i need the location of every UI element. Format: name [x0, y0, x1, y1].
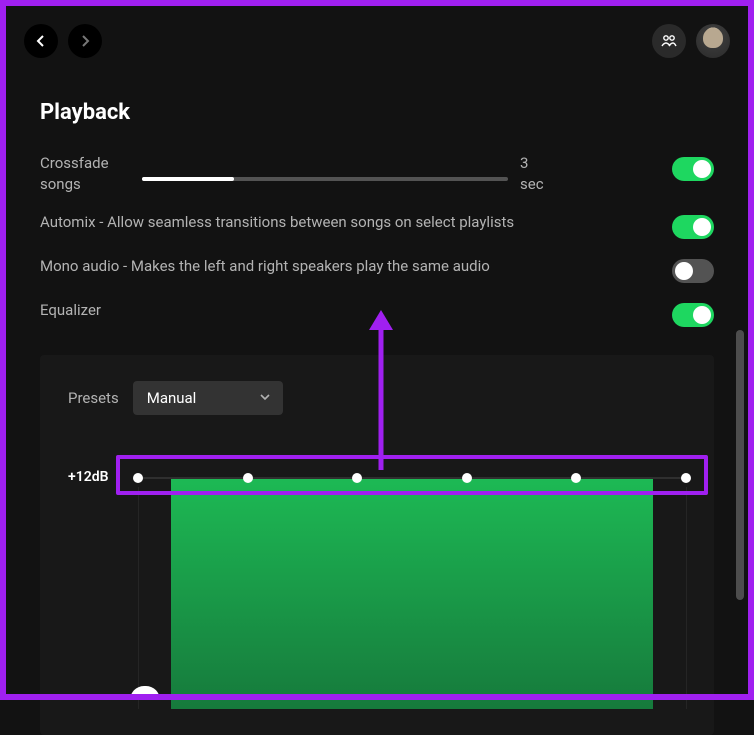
- eq-bands: [138, 469, 686, 709]
- equalizer-toggle[interactable]: [672, 303, 714, 327]
- section-title: Playback: [40, 100, 714, 125]
- eq-band-handle[interactable]: [571, 473, 581, 483]
- scrollbar[interactable]: [736, 330, 744, 600]
- people-icon: [660, 32, 678, 50]
- equalizer-panel: Presets Manual +12dB: [40, 355, 714, 735]
- presets-select[interactable]: Manual: [133, 381, 283, 415]
- eq-band-handle[interactable]: [243, 473, 253, 483]
- eq-band-handle[interactable]: [681, 473, 691, 483]
- automix-label: Automix - Allow seamless transitions bet…: [40, 211, 514, 234]
- back-button[interactable]: [24, 24, 58, 58]
- crossfade-toggle[interactable]: [672, 157, 714, 181]
- equalizer-label: Equalizer: [40, 299, 101, 322]
- forward-button[interactable]: [68, 24, 102, 58]
- nav-buttons: [24, 24, 102, 58]
- eq-band-fill: [171, 479, 653, 709]
- eq-band-handle[interactable]: [462, 473, 472, 483]
- avatar[interactable]: [696, 24, 730, 58]
- settings-content: Playback Crossfade songs 3sec Automix - …: [40, 100, 714, 735]
- crossfade-value: 3sec: [520, 153, 560, 195]
- top-bar: [24, 24, 730, 58]
- friends-button[interactable]: [652, 24, 686, 58]
- chevron-down-icon: [259, 389, 271, 407]
- presets-label: Presets: [68, 389, 119, 407]
- mono-toggle[interactable]: [672, 259, 714, 283]
- automix-row: Automix - Allow seamless transitions bet…: [40, 203, 714, 247]
- chevron-left-icon: [33, 33, 49, 49]
- mono-row: Mono audio - Makes the left and right sp…: [40, 247, 714, 291]
- eq-band-handle[interactable]: [133, 473, 143, 483]
- header-right: [652, 24, 730, 58]
- crossfade-label: Crossfade songs: [40, 153, 130, 195]
- crossfade-row: Crossfade songs 3sec: [40, 145, 714, 203]
- equalizer-row: Equalizer: [40, 291, 714, 335]
- chevron-right-icon: [77, 33, 93, 49]
- db-top-label: +12dB: [68, 469, 138, 709]
- crossfade-slider[interactable]: [142, 177, 508, 181]
- mono-label: Mono audio - Makes the left and right sp…: [40, 255, 490, 278]
- automix-toggle[interactable]: [672, 215, 714, 239]
- eq-band-handle[interactable]: [352, 473, 362, 483]
